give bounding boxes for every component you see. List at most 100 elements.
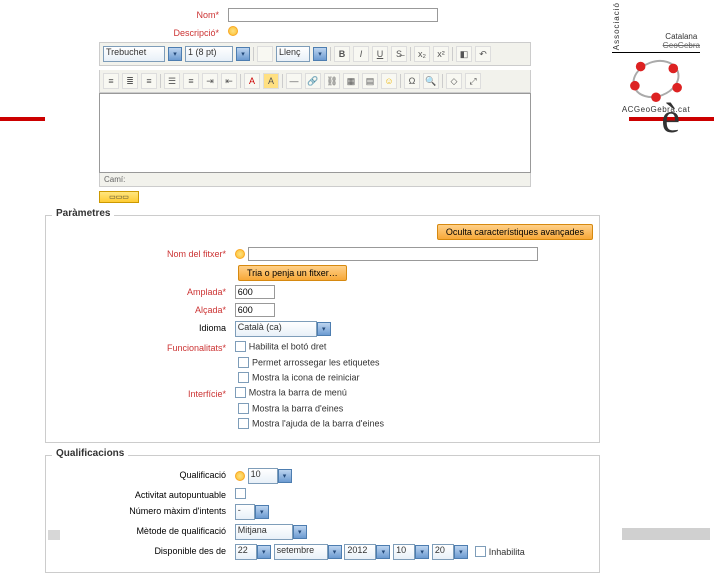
- emoji-icon[interactable]: ☺: [381, 73, 397, 89]
- footer-bar-left: [48, 530, 60, 540]
- functionality-label: Funcionalitats: [52, 341, 232, 353]
- logo-associacio: Associació: [612, 2, 621, 50]
- height-label: Alçada: [52, 303, 232, 315]
- func-checkbox-0[interactable]: [235, 341, 246, 352]
- bold-icon[interactable]: B: [334, 46, 350, 62]
- name-input[interactable]: [228, 8, 438, 22]
- table-icon[interactable]: ▤: [362, 73, 378, 89]
- iface-option-label: Mostra l'ajuda de la barra d'eines: [252, 419, 384, 429]
- chevron-down-icon[interactable]: ▾: [317, 322, 331, 336]
- grades-legend: Qualificacions: [52, 448, 128, 459]
- iface-checkbox-2[interactable]: [238, 418, 249, 429]
- height-input[interactable]: [235, 303, 275, 317]
- chevron-down-icon[interactable]: ▾: [278, 469, 292, 483]
- qualification-label: Qualificació: [52, 468, 232, 480]
- rule-icon[interactable]: —: [286, 73, 302, 89]
- iface-checkbox-1[interactable]: [238, 403, 249, 414]
- chevron-down-icon[interactable]: ▾: [328, 545, 342, 559]
- chevron-down-icon[interactable]: ▾: [168, 47, 182, 61]
- big-character: è: [661, 95, 680, 143]
- minute-select[interactable]: 20: [432, 544, 454, 560]
- expand-icon[interactable]: ⤢: [465, 73, 481, 89]
- logo-block: Associació Catalana GeoGebra ACGeoGebra.…: [612, 2, 700, 114]
- filename-input[interactable]: [248, 247, 538, 261]
- italic-icon[interactable]: I: [353, 46, 369, 62]
- autograde-checkbox[interactable]: [235, 488, 246, 499]
- editor-toolbar-2: ≡ ≣ ≡ ☰ ≡ ⇥ ⇤ A A — 🔗 ⛓ ▦ ▤ ☺ Ω 🔍 ◇ ⤢: [99, 70, 531, 93]
- interface-label: Interfície: [52, 387, 232, 399]
- numlist-icon[interactable]: ≡: [183, 73, 199, 89]
- indent-icon[interactable]: ⇥: [202, 73, 218, 89]
- image-icon[interactable]: ▦: [343, 73, 359, 89]
- year-select[interactable]: 2012: [344, 544, 376, 560]
- parameters-section: Paràmetres Oculta característiques avanç…: [45, 215, 600, 443]
- language-select[interactable]: Català (ca): [235, 321, 317, 337]
- available-from-label: Disponible des de: [52, 544, 232, 556]
- char-icon[interactable]: Ω: [404, 73, 420, 89]
- hour-select[interactable]: 10: [393, 544, 415, 560]
- strike-icon[interactable]: S̶: [391, 46, 407, 62]
- iface-checkbox-0[interactable]: [235, 387, 246, 398]
- underline-icon[interactable]: U: [372, 46, 388, 62]
- description-editor[interactable]: [99, 93, 531, 173]
- lang-select[interactable]: Llenç: [276, 46, 310, 62]
- chevron-down-icon[interactable]: ▾: [293, 525, 307, 539]
- disable-label: Inhabilita: [489, 547, 525, 557]
- help-icon[interactable]: [235, 249, 245, 259]
- func-checkbox-2[interactable]: [238, 372, 249, 383]
- chevron-down-icon[interactable]: ▾: [376, 545, 390, 559]
- maxattempts-label: Número màxim d'intents: [52, 504, 232, 516]
- editor-toolbar: Trebuchet▾ 1 (8 pt)▾ Llenç▾ B I U S̶ x₂ …: [99, 42, 531, 66]
- sup-icon[interactable]: x²: [433, 46, 449, 62]
- chevron-down-icon[interactable]: ▾: [257, 545, 271, 559]
- toolbar-btn[interactable]: ↶: [475, 46, 491, 62]
- align-right-icon[interactable]: ≡: [141, 73, 157, 89]
- width-input[interactable]: [235, 285, 275, 299]
- bgcolor-icon[interactable]: A: [263, 73, 279, 89]
- logo-geogebra-top: GeoGebra: [663, 41, 700, 50]
- footer-bar-right: [622, 528, 710, 540]
- parameters-legend: Paràmetres: [52, 208, 114, 219]
- html-icon[interactable]: ◇: [446, 73, 462, 89]
- list-icon[interactable]: ☰: [164, 73, 180, 89]
- chevron-down-icon[interactable]: ▾: [313, 47, 327, 61]
- red-accent-left: [0, 117, 45, 121]
- hide-advanced-button[interactable]: Oculta característiques avançades: [437, 224, 593, 240]
- chevron-down-icon[interactable]: ▾: [454, 545, 468, 559]
- color-icon[interactable]: A: [244, 73, 260, 89]
- search-icon[interactable]: 🔍: [423, 73, 439, 89]
- font-size-select[interactable]: 1 (8 pt): [185, 46, 233, 62]
- func-checkbox-1[interactable]: [238, 357, 249, 368]
- month-select[interactable]: setembre: [274, 544, 328, 560]
- toolbar-btn[interactable]: ◧: [456, 46, 472, 62]
- outdent-icon[interactable]: ⇤: [221, 73, 237, 89]
- chevron-down-icon[interactable]: ▾: [236, 47, 250, 61]
- disable-checkbox[interactable]: [475, 546, 486, 557]
- editor-small-button[interactable]: ▭▭▭: [99, 191, 139, 203]
- upload-file-button[interactable]: Tria o penja un fitxer…: [238, 265, 347, 281]
- maxattempts-select[interactable]: -: [235, 504, 255, 520]
- align-center-icon[interactable]: ≣: [122, 73, 138, 89]
- align-left-icon[interactable]: ≡: [103, 73, 119, 89]
- language-label: Idioma: [52, 321, 232, 333]
- help-icon[interactable]: [228, 26, 238, 36]
- iface-option-label: Mostra la barra de menú: [249, 388, 347, 398]
- logo-url: ACGeoGebra.cat: [612, 105, 700, 114]
- day-select[interactable]: 22: [235, 544, 257, 560]
- qualification-select[interactable]: 10: [248, 468, 278, 484]
- chevron-down-icon[interactable]: ▾: [415, 545, 429, 559]
- sub-icon[interactable]: x₂: [414, 46, 430, 62]
- chevron-down-icon[interactable]: ▾: [255, 505, 269, 519]
- editor-path: Camí:: [99, 173, 531, 187]
- name-label: Nom: [45, 8, 225, 20]
- link-icon[interactable]: 🔗: [305, 73, 321, 89]
- unlink-icon[interactable]: ⛓: [324, 73, 340, 89]
- iface-option-label: Mostra la barra d'eines: [252, 404, 343, 414]
- help-icon[interactable]: [235, 471, 245, 481]
- grademethod-select[interactable]: Mitjana: [235, 524, 293, 540]
- font-family-select[interactable]: Trebuchet: [103, 46, 165, 62]
- grademethod-label: Mètode de qualificació: [52, 524, 232, 536]
- toolbar-btn[interactable]: [257, 46, 273, 62]
- grades-section: Qualificacions Qualificació 10▾ Activita…: [45, 455, 600, 573]
- width-label: Amplada: [52, 285, 232, 297]
